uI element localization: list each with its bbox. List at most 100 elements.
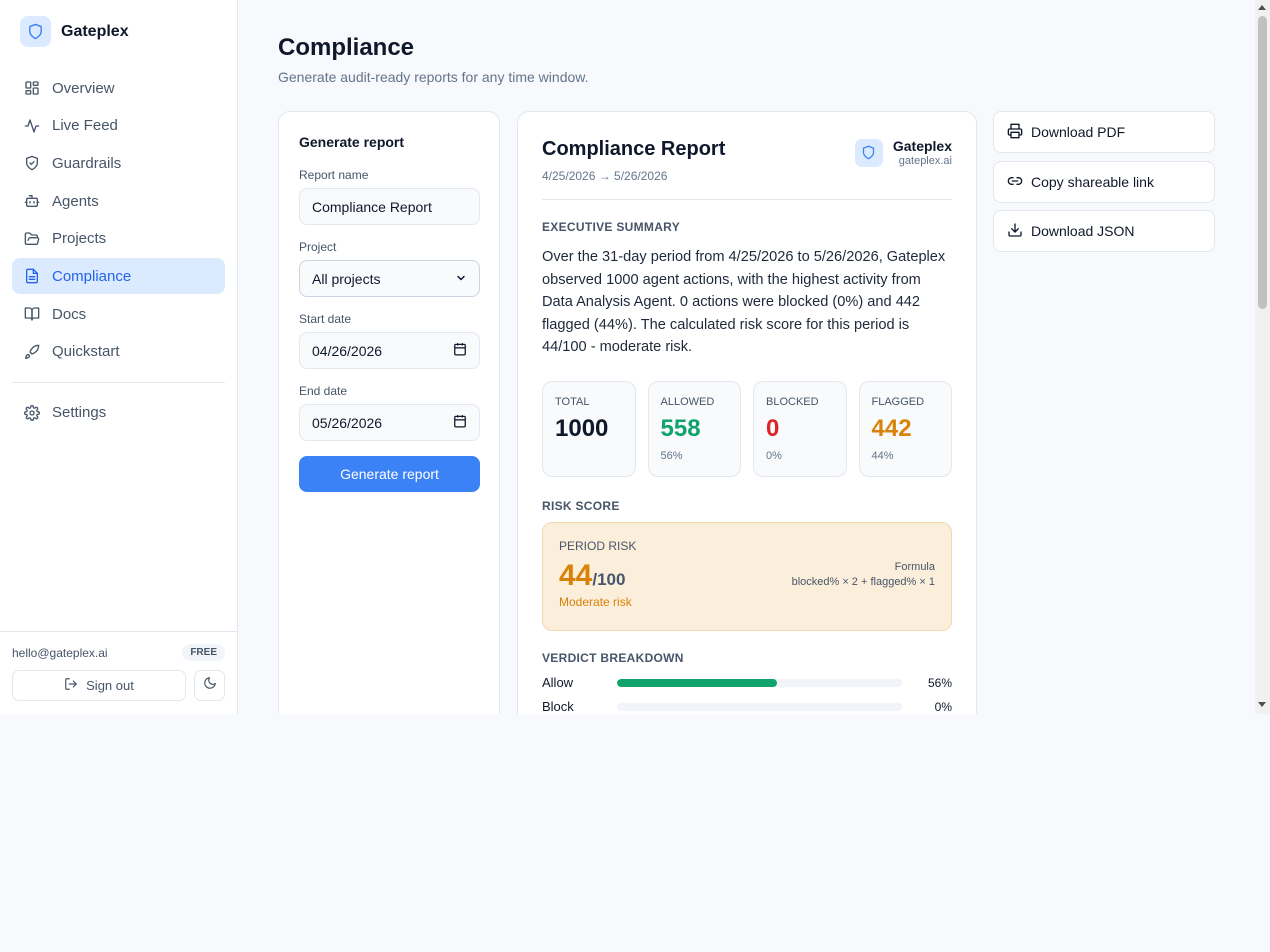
- sidebar-item-projects[interactable]: Projects: [12, 221, 225, 257]
- risk-level: Moderate risk: [559, 594, 632, 609]
- stat-card-blocked: BLOCKED 0 0%: [753, 380, 847, 477]
- sign-out-button[interactable]: Sign out: [12, 670, 186, 701]
- page-subtitle: Generate audit-ready reports for any tim…: [278, 69, 589, 85]
- sidebar-item-guardrails[interactable]: Guardrails: [12, 145, 225, 181]
- risk-score-box: PERIOD RISK 44 /100 Moderate risk Formul…: [542, 521, 952, 631]
- stat-value: 0: [766, 414, 780, 442]
- sidebar-item-label: Docs: [52, 305, 87, 323]
- calendar-icon[interactable]: [453, 342, 467, 359]
- plan-badge: FREE: [182, 644, 225, 661]
- stat-card-allowed: ALLOWED 558 56%: [647, 380, 741, 477]
- project-value: All projects: [312, 270, 381, 287]
- rocket-icon: [24, 344, 40, 360]
- download-json-label: Download JSON: [1031, 223, 1135, 239]
- risk-score-max: /100: [592, 569, 626, 589]
- sidebar-item-label: Overview: [52, 79, 115, 97]
- copy-link-label: Copy shareable link: [1031, 174, 1154, 190]
- shield-check-icon: [24, 155, 40, 171]
- formula-label: Formula: [894, 560, 935, 573]
- download-pdf-label: Download PDF: [1031, 124, 1126, 140]
- breakdown-percent: 56%: [927, 675, 952, 690]
- page-title: Compliance: [278, 34, 415, 61]
- activity-icon: [24, 118, 40, 134]
- sidebar-item-quickstart[interactable]: Quickstart: [12, 334, 225, 370]
- start-date-label: Start date: [299, 312, 352, 326]
- stat-label: FLAGGED: [871, 395, 925, 408]
- copy-link-button[interactable]: Copy shareable link: [993, 161, 1215, 203]
- sidebar-item-label: Projects: [52, 230, 107, 248]
- theme-toggle-button[interactable]: [194, 670, 225, 701]
- breakdown-row-allow: Allow 56%: [542, 671, 952, 695]
- sidebar-item-compliance[interactable]: Compliance: [12, 258, 225, 295]
- page-scrollbar[interactable]: [1255, 0, 1270, 714]
- breakdown-bar: [617, 702, 902, 711]
- start-date-value: 04/26/2026: [312, 342, 383, 359]
- report-brand: Gateplex gateplex.ai: [854, 138, 952, 167]
- risk-score-label: RISK SCORE: [542, 498, 620, 513]
- bot-icon: [24, 193, 40, 209]
- sidebar-item-docs[interactable]: Docs: [12, 296, 225, 332]
- stat-value: 1000: [555, 414, 609, 442]
- folder-open-icon: [24, 231, 40, 247]
- brand-name: Gateplex: [61, 22, 129, 40]
- stat-label: ALLOWED: [660, 395, 715, 408]
- form-title: Generate report: [299, 134, 405, 150]
- download-json-button[interactable]: Download JSON: [993, 210, 1215, 252]
- stat-card-total: TOTAL 1000: [542, 380, 636, 477]
- sidebar-item-live-feed[interactable]: Live Feed: [12, 108, 225, 144]
- verdict-breakdown-label: VERDICT BREAKDOWN: [542, 650, 684, 665]
- scroll-down-arrow-icon[interactable]: [1258, 702, 1266, 707]
- stats-row: TOTAL 1000 ALLOWED 558 56% BLOCKED 0 0% …: [542, 380, 952, 477]
- file-text-icon: [24, 268, 40, 284]
- report-brand-name: Gateplex: [892, 138, 952, 154]
- report-name-input[interactable]: Compliance Report: [299, 188, 480, 225]
- sidebar-item-agents[interactable]: Agents: [12, 183, 225, 219]
- project-select[interactable]: All projects: [299, 260, 480, 297]
- report-preview-card: Compliance Report 4/25/2026 → 5/26/2026 …: [517, 111, 977, 714]
- book-open-icon: [24, 306, 40, 322]
- risk-formula: Formula blocked% × 2 + flagged% × 1: [792, 561, 935, 588]
- project-label: Project: [299, 240, 337, 254]
- user-email: hello@gateplex.ai: [12, 645, 108, 660]
- report-brand-domain: gateplex.ai: [898, 155, 952, 167]
- calendar-icon[interactable]: [453, 414, 467, 431]
- sidebar-item-label: Live Feed: [52, 117, 118, 135]
- report-date-range: 4/25/2026 → 5/26/2026: [542, 169, 668, 183]
- sidebar-item-overview[interactable]: Overview: [12, 70, 225, 106]
- shield-logo-icon: [854, 138, 883, 167]
- breakdown-percent: 0%: [934, 699, 952, 714]
- layout-grid-icon: [24, 80, 40, 96]
- generate-report-card: Generate report Report name Compliance R…: [278, 111, 500, 714]
- end-date-value: 05/26/2026: [312, 414, 383, 431]
- stat-value: 442: [871, 414, 912, 442]
- period-risk-label: PERIOD RISK: [559, 538, 637, 553]
- moon-icon: [203, 676, 217, 695]
- generate-report-button[interactable]: Generate report: [299, 456, 480, 492]
- report-header: Compliance Report 4/25/2026 → 5/26/2026 …: [542, 136, 952, 200]
- shield-logo-icon: [20, 16, 51, 47]
- sidebar-item-settings[interactable]: Settings: [12, 395, 225, 431]
- download-icon: [1007, 222, 1023, 241]
- stat-card-flagged: FLAGGED 442 44%: [858, 380, 952, 477]
- scroll-up-arrow-icon[interactable]: [1258, 5, 1266, 10]
- sidebar-item-label: Compliance: [52, 267, 132, 285]
- report-name-value: Compliance Report: [312, 198, 432, 215]
- download-pdf-button[interactable]: Download PDF: [993, 111, 1215, 153]
- brand[interactable]: Gateplex: [20, 16, 129, 47]
- chevron-down-icon: [455, 271, 467, 287]
- sidebar-footer: hello@gateplex.ai FREE Sign out: [0, 631, 237, 713]
- breakdown-label: Allow: [542, 675, 574, 690]
- printer-icon: [1007, 123, 1023, 142]
- sidebar-item-label: Agents: [52, 192, 99, 210]
- breakdown-bar-fill: [617, 678, 777, 687]
- sidebar-divider: [12, 381, 225, 383]
- breakdown-bar: [617, 678, 902, 687]
- end-date-input[interactable]: 05/26/2026: [299, 404, 480, 441]
- sign-out-label: Sign out: [86, 678, 134, 693]
- formula-text: blocked% × 2 + flagged% × 1: [791, 575, 935, 588]
- sidebar-item-label: Settings: [52, 404, 107, 422]
- stat-value: 558: [660, 414, 701, 442]
- start-date-input[interactable]: 04/26/2026: [299, 332, 480, 369]
- sidebar-item-label: Quickstart: [52, 343, 120, 361]
- scroll-thumb[interactable]: [1258, 16, 1267, 309]
